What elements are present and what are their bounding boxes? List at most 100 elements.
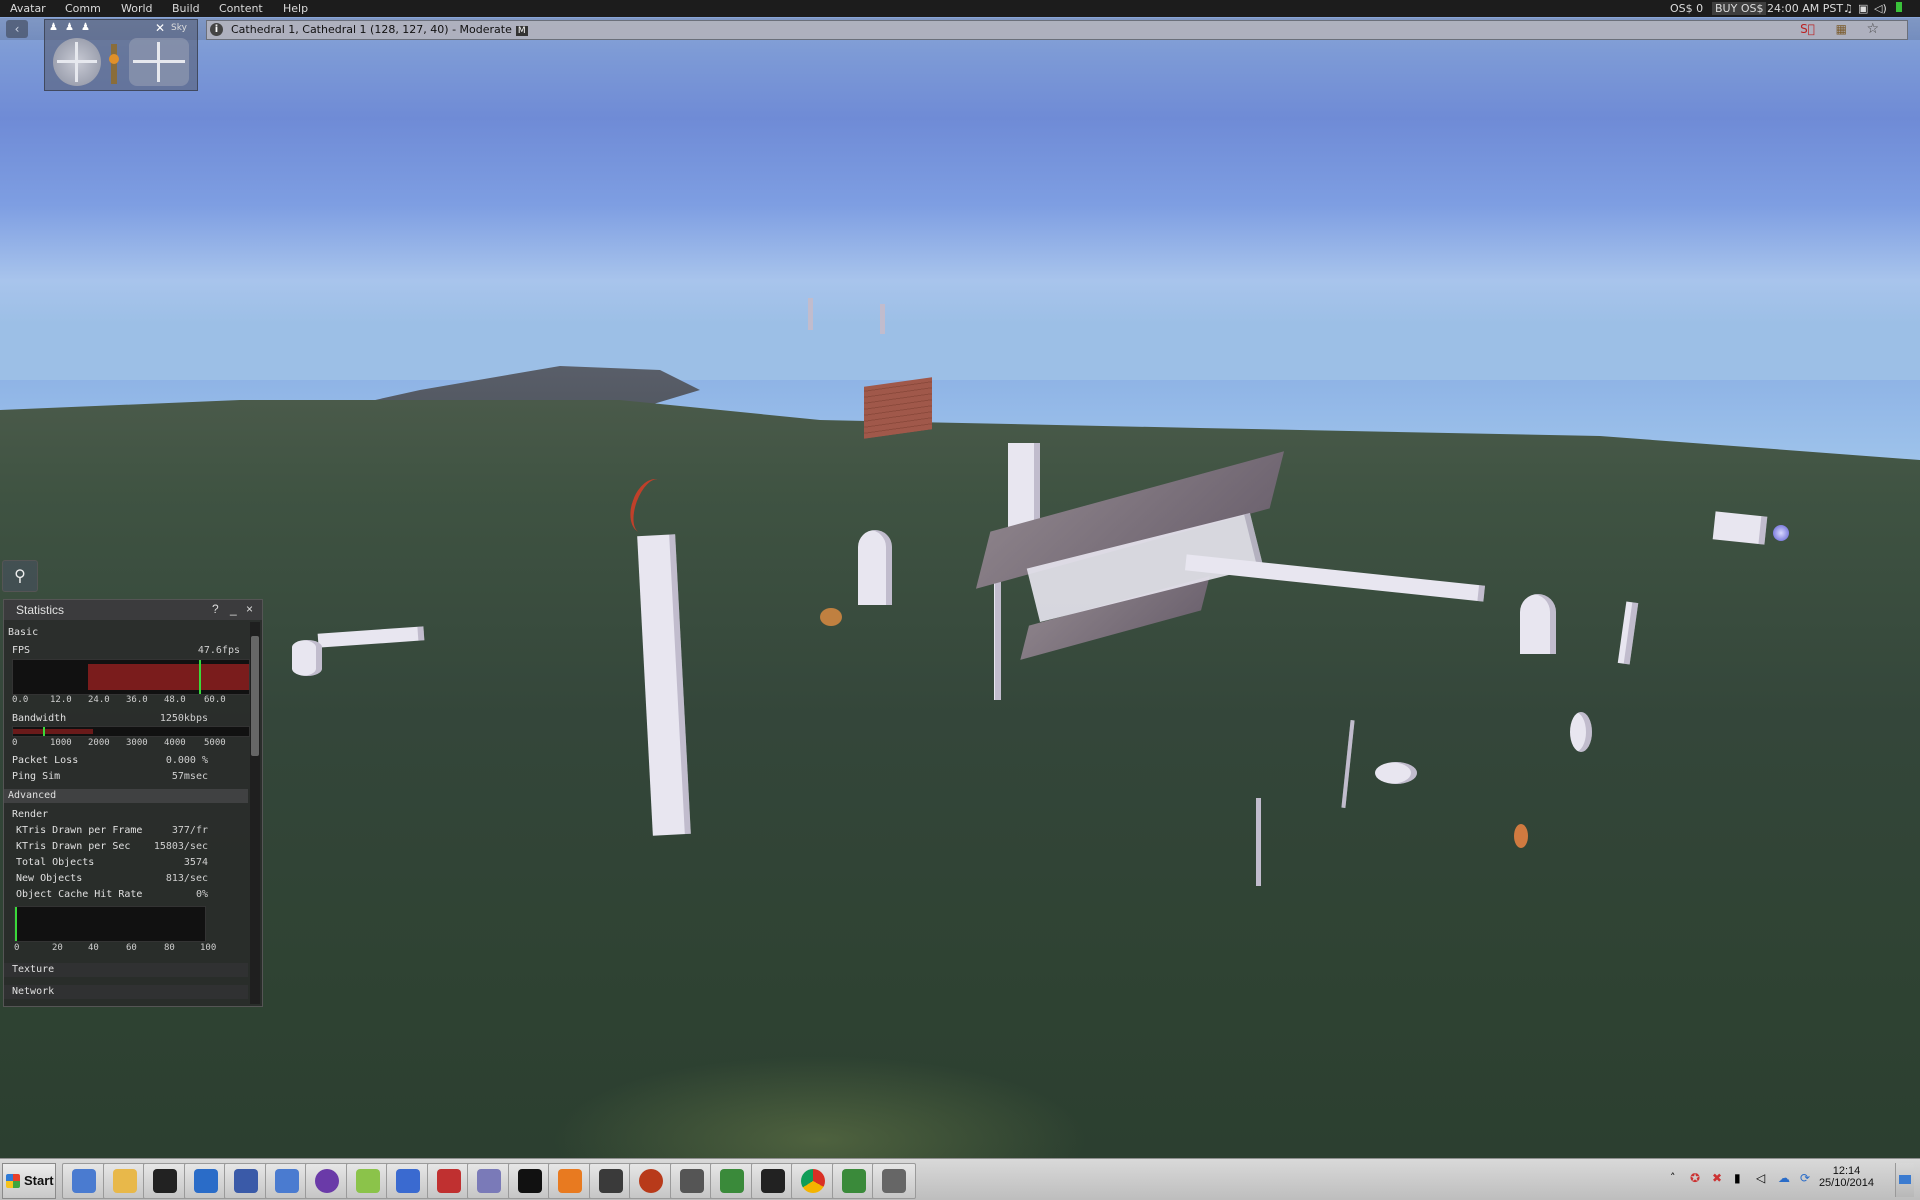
media-icon	[477, 1169, 501, 1193]
person-icon[interactable]: ♟	[65, 22, 74, 33]
taskbar-button[interactable]	[426, 1163, 471, 1199]
buy-currency-button[interactable]: BUY OS$	[1712, 2, 1767, 15]
scrollbar-thumb[interactable]	[251, 636, 259, 756]
window-icon	[274, 1169, 299, 1193]
explorer-window-icon	[72, 1169, 96, 1193]
taskbar-button[interactable]	[629, 1163, 673, 1199]
teleport-orb[interactable]	[1773, 525, 1789, 541]
nvidia-icon	[598, 1169, 623, 1193]
disk[interactable]	[1570, 712, 1592, 752]
close-icon[interactable]: ✕	[155, 21, 165, 35]
volume-icon[interactable]: ◁	[1756, 1171, 1765, 1185]
zoom-slider[interactable]	[109, 44, 119, 84]
start-button[interactable]: Start	[2, 1163, 56, 1199]
taskbar-button[interactable]	[224, 1163, 268, 1199]
taskbar-button[interactable]	[62, 1163, 106, 1199]
person-icon[interactable]: ♟	[81, 22, 90, 33]
show-desktop-button[interactable]	[1895, 1163, 1914, 1197]
network-section[interactable]: Network	[4, 985, 248, 999]
new-objects-row: New Objects 813/sec	[16, 873, 208, 884]
statistics-panel: Statistics ? _ × Basic FPS 47.6fps 0.0 1…	[3, 599, 263, 1007]
menu-build[interactable]: Build	[172, 2, 200, 15]
fps-current-marker	[199, 660, 201, 694]
taskbar-button[interactable]	[345, 1163, 390, 1199]
taskbar-button[interactable]	[467, 1163, 511, 1199]
ktris-sec-row: KTris Drawn per Sec 15803/sec	[16, 841, 208, 852]
taskbar-button[interactable]	[386, 1163, 430, 1199]
sky-object[interactable]	[808, 298, 813, 330]
taskbar-button[interactable]	[305, 1163, 349, 1199]
alert-icon[interactable]: ✖	[1712, 1171, 1722, 1185]
stats-scrollbar[interactable]	[250, 622, 260, 1004]
orange-disk[interactable]	[820, 608, 842, 626]
system-clock[interactable]: 12:14 25/10/2014	[1819, 1165, 1874, 1189]
pen-icon	[355, 1169, 380, 1193]
desktop-icon	[1899, 1175, 1911, 1184]
location-field[interactable]: i Cathedral 1, Cathedral 1 (128, 127, 40…	[206, 20, 1908, 40]
cloud-icon[interactable]: ☁	[1778, 1171, 1790, 1185]
disk[interactable]	[1375, 762, 1417, 784]
inventory-icon[interactable]: ▦	[1836, 22, 1847, 36]
orbit-pad[interactable]	[53, 38, 101, 86]
favorite-star-icon[interactable]: ☆	[1866, 21, 1879, 37]
minimize-button[interactable]: _	[230, 602, 237, 616]
advanced-section[interactable]: Advanced	[4, 789, 248, 803]
taskbar: Start ˄ ✪ ✖ ▮ ◁ ☁ ⟳ 12:14 25/10/2014	[0, 1158, 1920, 1200]
3d-world-viewport[interactable]	[0, 0, 1920, 1200]
antivirus-icon[interactable]: ✪	[1690, 1171, 1700, 1185]
pan-pad[interactable]	[129, 38, 189, 86]
network-status-icon	[1896, 2, 1902, 12]
person-icon[interactable]: ♟	[49, 22, 58, 33]
tray-expand-icon[interactable]: ˄	[1670, 1171, 1676, 1184]
gothic-window[interactable]	[858, 530, 892, 605]
menu-avatar[interactable]: Avatar	[10, 2, 46, 15]
help-button[interactable]: ?	[212, 602, 219, 616]
signal-icon[interactable]: ▮	[1734, 1171, 1741, 1185]
media-icon[interactable]: ▣	[1858, 2, 1868, 15]
music-icon[interactable]: ♫	[1843, 2, 1853, 15]
map-pin-button[interactable]: ⚲	[2, 560, 38, 592]
fps-row: FPS 47.6fps	[12, 645, 240, 656]
close-button[interactable]: ×	[246, 602, 253, 616]
taskbar-button[interactable]	[750, 1163, 795, 1199]
taskbar-button[interactable]	[183, 1163, 228, 1199]
taskbar-button[interactable]	[669, 1163, 714, 1199]
block[interactable]	[1712, 511, 1768, 545]
brick-wall[interactable]	[864, 377, 932, 439]
menu-content[interactable]: Content	[219, 2, 263, 15]
back-button[interactable]: ‹	[6, 20, 28, 38]
sync-icon[interactable]: ⟳	[1800, 1171, 1810, 1185]
camera-controls: ♟ ♟ ♟ ✕ Sky	[44, 19, 198, 91]
top-menu-bar: Avatar Comm World Build Content Help OS$…	[0, 0, 1920, 17]
taskbar-button[interactable]	[831, 1163, 876, 1199]
camera-label: Sky	[171, 23, 187, 33]
sky-object[interactable]	[880, 304, 885, 334]
info-icon[interactable]: i	[210, 23, 223, 36]
taskbar-button[interactable]	[791, 1163, 835, 1199]
menu-world[interactable]: World	[121, 2, 153, 15]
taskbar-button[interactable]	[710, 1163, 754, 1199]
taskbar-button[interactable]	[264, 1163, 309, 1199]
ktris-frame-row: KTris Drawn per Frame 377/fr	[16, 825, 208, 836]
orange-disk[interactable]	[1514, 824, 1528, 848]
thin-post[interactable]	[1256, 798, 1261, 886]
bandwidth-row: Bandwidth 1250kbps	[12, 713, 208, 724]
arch[interactable]	[1520, 594, 1556, 654]
terminal-icon	[517, 1169, 542, 1193]
taskbar-button[interactable]	[102, 1163, 147, 1199]
taskbar-button[interactable]	[548, 1163, 592, 1199]
render-section[interactable]: Render	[8, 809, 248, 822]
taskbar-button[interactable]	[143, 1163, 187, 1199]
taskbar-button[interactable]	[588, 1163, 633, 1199]
menu-help[interactable]: Help	[283, 2, 308, 15]
basic-section[interactable]: Basic	[8, 627, 248, 640]
volume-icon[interactable]: ◁)	[1874, 2, 1887, 15]
statistics-title-bar[interactable]: Statistics ? _ ×	[4, 600, 262, 620]
no-script-icon[interactable]: S⃠	[1800, 22, 1815, 36]
taskbar-button[interactable]	[507, 1163, 552, 1199]
terrain	[0, 400, 1920, 1200]
cylinder[interactable]	[292, 640, 322, 676]
taskbar-button[interactable]	[872, 1163, 916, 1199]
menu-comm[interactable]: Comm	[65, 2, 101, 15]
texture-section[interactable]: Texture	[4, 963, 248, 977]
